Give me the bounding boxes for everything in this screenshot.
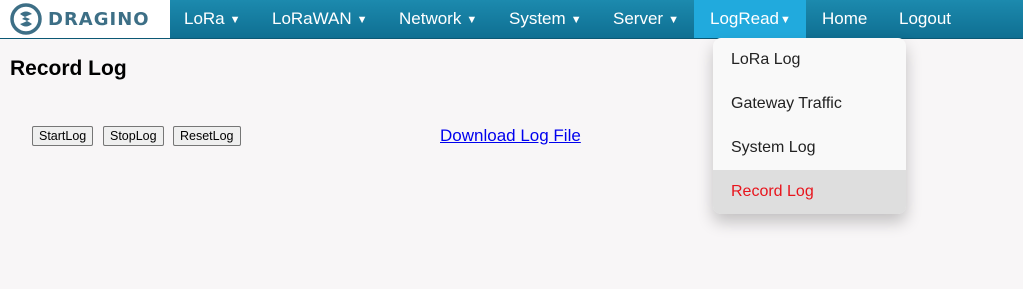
nav-home-label: Home <box>822 9 868 28</box>
nav-server[interactable]: Server ▼ <box>613 0 679 38</box>
chevron-down-icon: ▼ <box>570 14 582 26</box>
nav-logout[interactable]: Logout <box>899 0 951 38</box>
nav-logread-label: LogRead <box>710 9 780 28</box>
nav-lorawan-label: LoRaWAN <box>272 9 352 28</box>
reset-log-button[interactable]: ResetLog <box>173 126 241 146</box>
dragino-logo-icon <box>10 3 42 35</box>
nav-lora-label: LoRa <box>184 9 225 28</box>
start-log-button[interactable]: StartLog <box>32 126 94 146</box>
logread-dropdown-menu: LoRa Log Gateway Traffic System Log Reco… <box>713 38 906 214</box>
nav-system-label: System <box>509 9 566 28</box>
nav-network-label: Network <box>399 9 462 28</box>
nav-lora[interactable]: LoRa ▼ <box>184 0 241 38</box>
menu-item-system-log[interactable]: System Log <box>713 126 906 170</box>
nav-logout-label: Logout <box>899 9 951 28</box>
top-navbar: DRAGINO LoRa ▼ LoRaWAN ▼ Network ▼ System ▼ … <box>0 0 1023 39</box>
nav-lorawan[interactable]: LoRaWAN ▼ <box>272 0 368 38</box>
chevron-down-icon: ▼ <box>356 14 368 26</box>
menu-item-record-log[interactable]: Record Log <box>713 170 906 214</box>
chevron-down-icon: ▼ <box>229 14 241 26</box>
brand-name: DRAGINO <box>48 8 150 30</box>
chevron-down-icon: ▼ <box>466 14 478 26</box>
nav-network[interactable]: Network ▼ <box>399 0 477 38</box>
nav-system[interactable]: System ▼ <box>509 0 582 38</box>
brand-logo[interactable]: DRAGINO <box>0 0 170 38</box>
nav-server-label: Server <box>613 9 664 28</box>
stop-log-button[interactable]: StopLog <box>103 126 164 146</box>
download-log-link[interactable]: Download Log File <box>440 126 581 146</box>
chevron-down-icon: ▼ <box>668 14 679 26</box>
nav-logread[interactable]: LogRead▼ <box>694 0 806 38</box>
page-title: Record Log <box>10 57 127 80</box>
menu-item-lora-log[interactable]: LoRa Log <box>713 38 906 82</box>
chevron-down-icon: ▼ <box>780 14 791 26</box>
nav-home[interactable]: Home <box>822 0 867 38</box>
menu-item-gateway-traffic[interactable]: Gateway Traffic <box>713 82 906 126</box>
